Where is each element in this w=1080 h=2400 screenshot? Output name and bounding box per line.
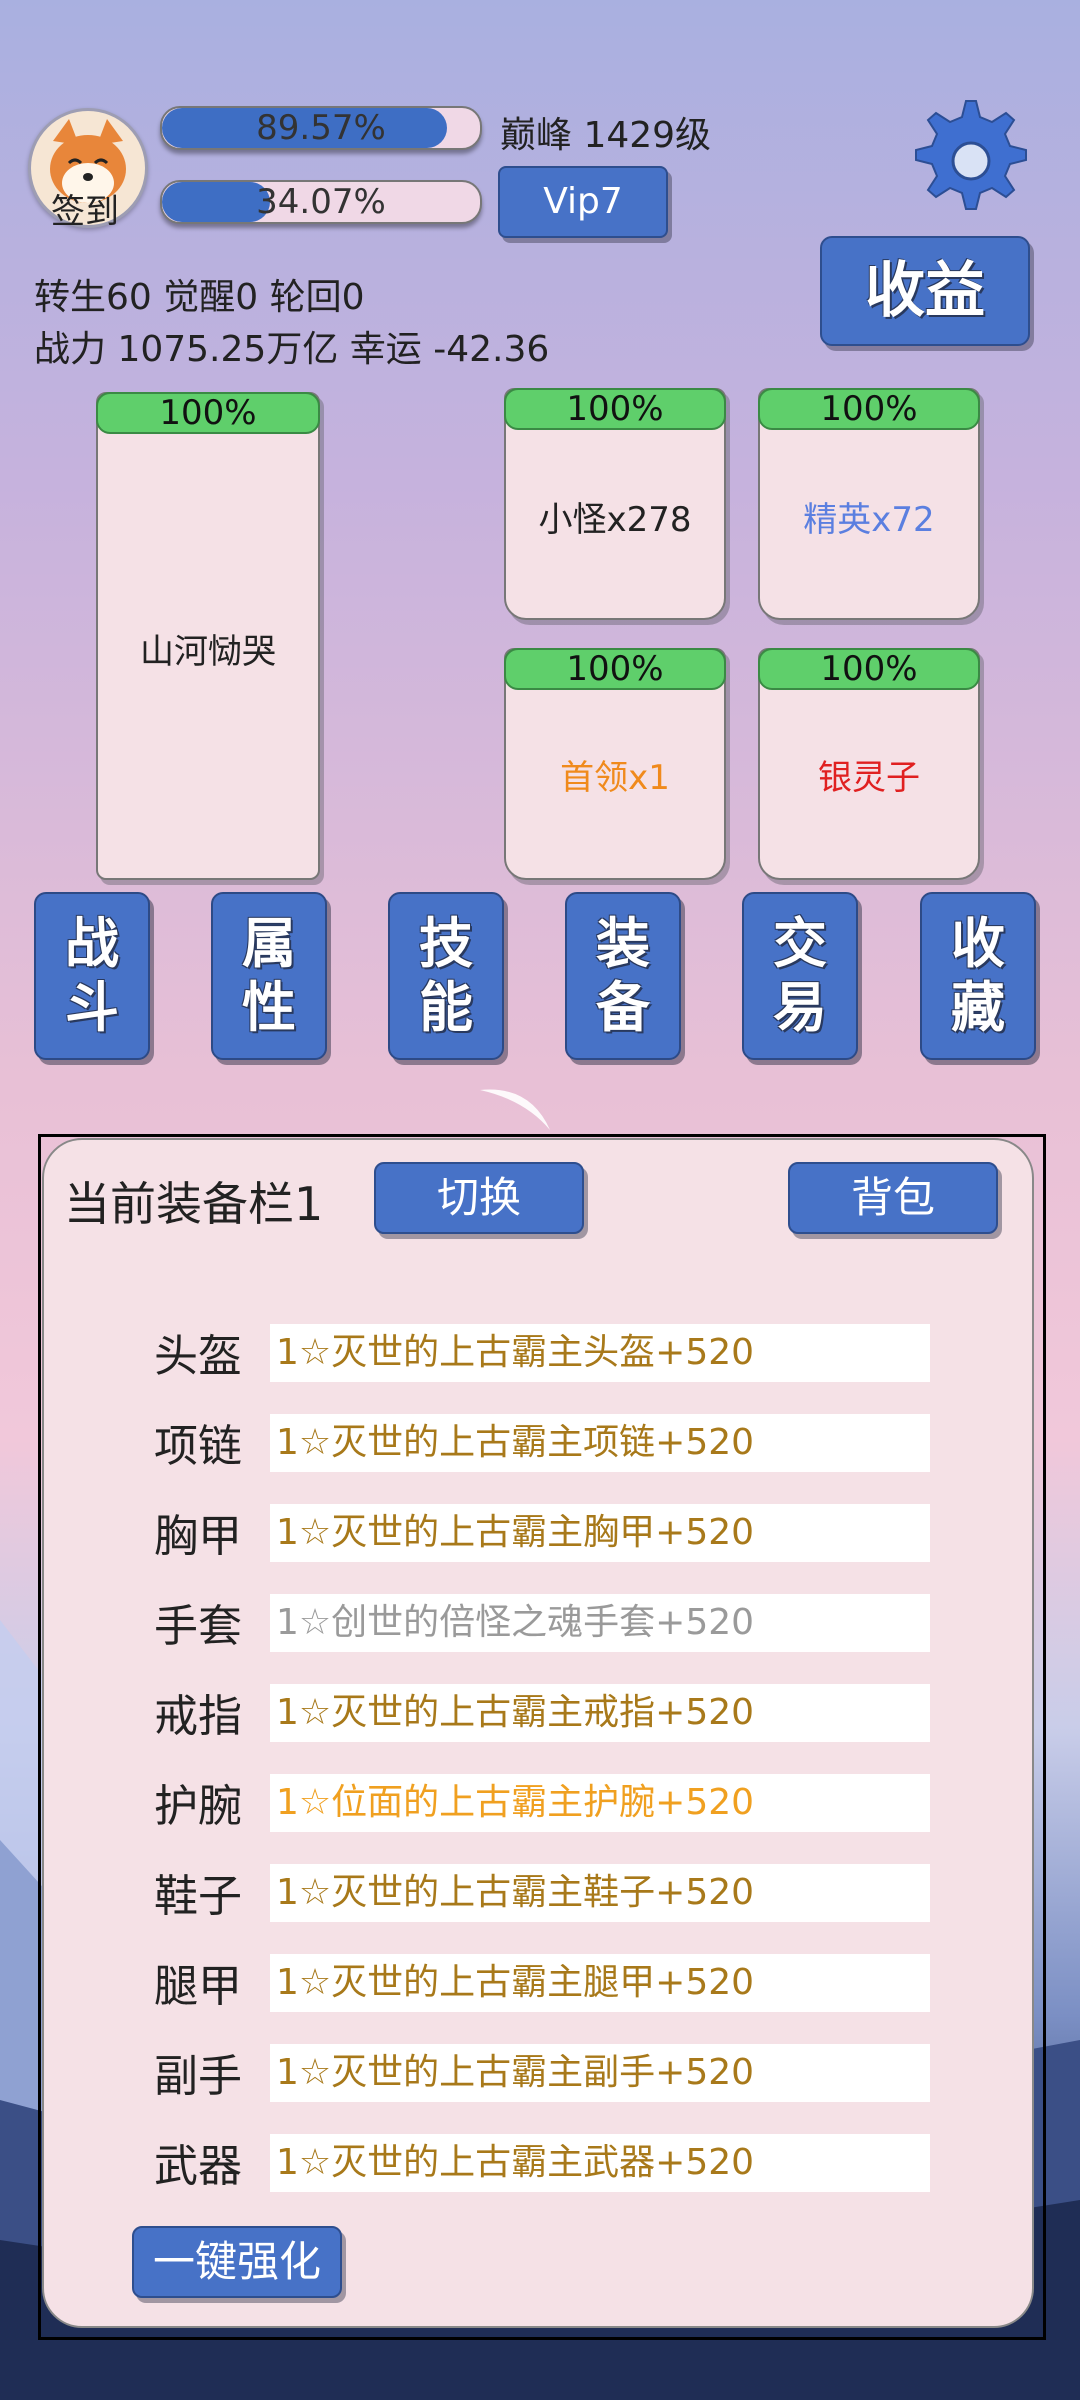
vip-button[interactable]: Vip7 <box>498 166 668 238</box>
peak-level: 巅峰 1429级 <box>500 115 712 156</box>
silver-spirit-name: 银灵子 <box>818 758 920 798</box>
slot-item[interactable]: 1☆灭世的上古霸主头盔+520 <box>270 1324 930 1382</box>
slot-item[interactable]: 1☆灭世的上古霸主胸甲+520 <box>270 1504 930 1562</box>
slot-item[interactable]: 1☆灭世的上古霸主腿甲+520 <box>270 1954 930 2012</box>
exp-progress-text: 89.57% <box>256 108 386 148</box>
bag-button[interactable]: 背包 <box>788 1162 998 1234</box>
income-button[interactable]: 收益 <box>820 236 1030 346</box>
rebirth-stats: 转生60 觉醒0 轮回0 <box>34 277 365 318</box>
slot-item[interactable]: 1☆灭世的上古霸主鞋子+520 <box>270 1864 930 1922</box>
minion-percent: 100% <box>504 388 726 430</box>
main-enemy-card[interactable]: 100% 山河恸哭 <box>96 392 320 880</box>
slot-label: 头盔 <box>154 1331 242 1382</box>
slot-item[interactable]: 1☆灭世的上古霸主戒指+520 <box>270 1684 930 1742</box>
main-enemy-percent: 100% <box>96 392 320 434</box>
slot-label: 手套 <box>154 1601 242 1652</box>
collection-tab-button[interactable]: 收藏 <box>920 892 1036 1060</box>
signin-label[interactable]: 签到 <box>28 184 142 233</box>
elite-card[interactable]: 100% 精英x72 <box>758 388 980 620</box>
power-luck-stats: 战力 1075.25万亿 幸运 -42.36 <box>34 329 550 370</box>
second-progress-text: 34.07% <box>256 182 386 222</box>
moon-decoration <box>480 1089 550 1130</box>
equipment-tab-button[interactable]: 装备 <box>565 892 681 1060</box>
settings-gear-icon[interactable] <box>908 98 1034 224</box>
slot-label: 武器 <box>154 2141 242 2192</box>
slot-item[interactable]: 1☆灭世的上古霸主副手+520 <box>270 2044 930 2102</box>
second-progress-bar: 34.07% <box>160 180 482 224</box>
slot-item[interactable]: 1☆灭世的上古霸主项链+520 <box>270 1414 930 1472</box>
trade-tab-button[interactable]: 交易 <box>742 892 858 1060</box>
slot-item[interactable]: 1☆创世的倍怪之魂手套+520 <box>270 1594 930 1652</box>
silver-spirit-percent: 100% <box>758 648 980 690</box>
boss-card[interactable]: 100% 首领x1 <box>504 648 726 880</box>
slot-label: 护腕 <box>154 1781 242 1832</box>
attributes-tab-button[interactable]: 属性 <box>211 892 327 1060</box>
boss-name: 首领x1 <box>560 758 670 798</box>
elite-name: 精英x72 <box>803 500 935 540</box>
switch-button[interactable]: 切换 <box>374 1162 584 1234</box>
slot-label: 胸甲 <box>154 1511 242 1562</box>
elite-percent: 100% <box>758 388 980 430</box>
slot-label: 项链 <box>154 1421 242 1472</box>
boss-percent: 100% <box>504 648 726 690</box>
slot-label: 腿甲 <box>154 1961 242 2012</box>
equipment-set-title: 当前装备栏1 <box>64 1177 324 1231</box>
one-click-enhance-button[interactable]: 一键强化 <box>132 2226 342 2298</box>
minion-name: 小怪x278 <box>538 500 692 540</box>
slot-label: 鞋子 <box>154 1871 242 1922</box>
skills-tab-button[interactable]: 技能 <box>388 892 504 1060</box>
slot-item[interactable]: 1☆灭世的上古霸主武器+520 <box>270 2134 930 2192</box>
slot-item[interactable]: 1☆位面的上古霸主护腕+520 <box>270 1774 930 1832</box>
battle-tab-button[interactable]: 战斗 <box>34 892 150 1060</box>
main-enemy-name: 山河恸哭 <box>140 632 276 672</box>
slot-label: 戒指 <box>154 1691 242 1742</box>
silver-spirit-card[interactable]: 100% 银灵子 <box>758 648 980 880</box>
slot-label: 副手 <box>154 2051 242 2102</box>
minion-card[interactable]: 100% 小怪x278 <box>504 388 726 620</box>
exp-progress-bar: 89.57% <box>160 106 482 150</box>
